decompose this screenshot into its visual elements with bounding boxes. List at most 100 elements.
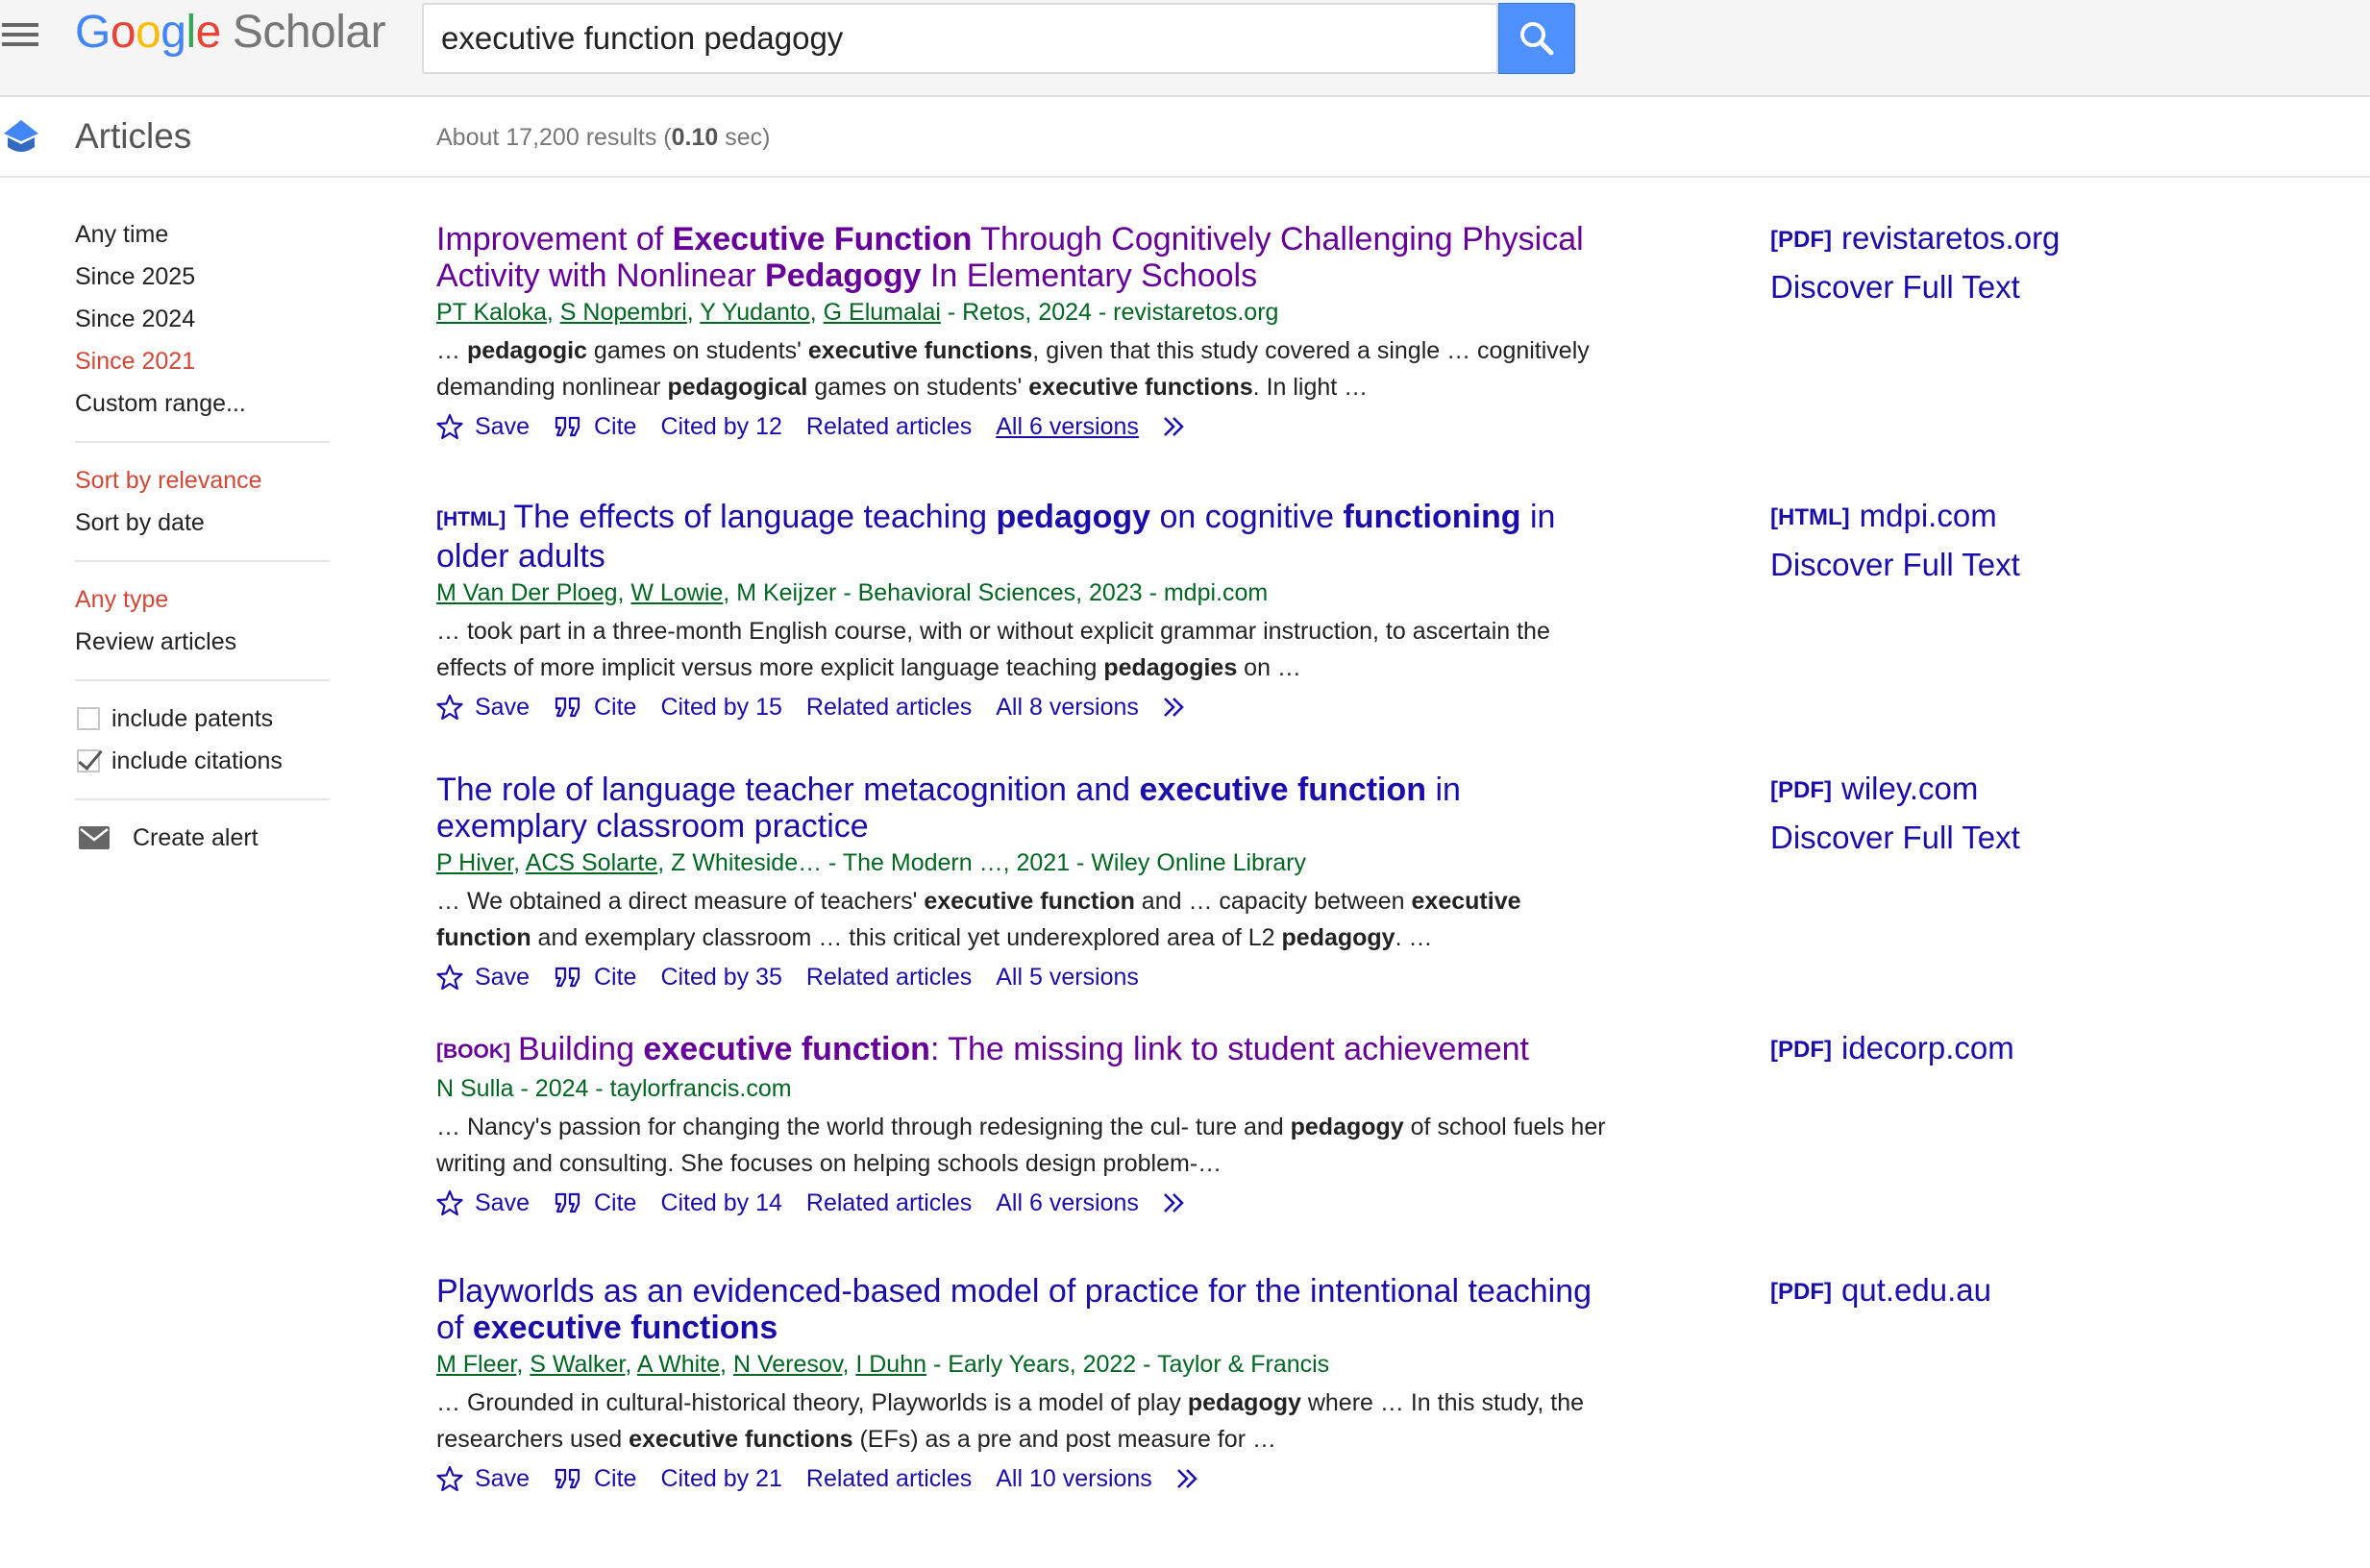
all-versions-link[interactable]: All 5 versions xyxy=(996,964,1139,992)
result-title-link[interactable]: The role of language teacher metacogniti… xyxy=(436,772,1618,845)
more-options-button[interactable] xyxy=(1163,696,1201,719)
all-versions-link[interactable]: All 6 versions xyxy=(996,413,1139,441)
filter-since-2025[interactable]: Since 2025 xyxy=(75,256,330,298)
full-text-link[interactable]: [PDF] qut.edu.au xyxy=(1770,1271,2347,1311)
highlighted-term: executive functions xyxy=(629,1426,853,1453)
result-snippet: … Grounded in cultural-historical theory… xyxy=(436,1384,1618,1458)
discover-full-text-link[interactable]: Discover Full Text xyxy=(1770,546,2347,584)
related-articles-link[interactable]: Related articles xyxy=(806,694,972,722)
include-patents-checkbox[interactable]: include patents xyxy=(75,698,330,740)
highlighted-term: executive function xyxy=(643,1031,930,1067)
result-actions: Save Cite Cited by 12 Related articles All 6… xyxy=(436,406,1618,447)
sidebar-divider xyxy=(75,441,330,443)
save-button[interactable]: Save xyxy=(436,1189,530,1217)
save-button[interactable]: Save xyxy=(436,694,530,722)
full-text-domain: mdpi.com xyxy=(1859,498,1997,533)
all-versions-link[interactable]: All 8 versions xyxy=(996,694,1139,722)
result-authors-venue: P Hiver, ACS Solarte, Z Whiteside… - The… xyxy=(436,849,1306,876)
search-result: [BOOK] Building executive function: The m… xyxy=(436,1031,1618,1223)
filter-review-articles[interactable]: Review articles xyxy=(75,621,330,663)
result-snippet: … took part in a three-month English cou… xyxy=(436,613,1618,686)
result-stats: About 17,200 results (0.10 sec) xyxy=(436,124,770,152)
hamburger-menu-icon[interactable] xyxy=(0,17,42,52)
more-chevrons-icon xyxy=(1164,417,1184,436)
cited-by-link[interactable]: Cited by 12 xyxy=(660,413,781,441)
cited-by-link[interactable]: Cited by 21 xyxy=(660,1465,781,1493)
cited-by-link[interactable]: Cited by 15 xyxy=(660,694,781,722)
venue-text: - 2024 - taylorfrancis.com xyxy=(513,1075,792,1102)
cite-button[interactable]: Cite xyxy=(554,964,636,992)
filter-custom-range[interactable]: Custom range... xyxy=(75,382,330,425)
related-articles-link[interactable]: Related articles xyxy=(806,1465,972,1493)
text-segment: Building xyxy=(518,1031,644,1067)
result-actions: Save Cite Cited by 21 Related articles All 1… xyxy=(436,1458,1618,1499)
full-text-link[interactable]: [HTML] mdpi.com xyxy=(1770,497,2347,537)
text-segment: … xyxy=(436,337,467,364)
filter-sidebar: Any time Since 2025 Since 2024 Since 202… xyxy=(75,213,330,859)
include-patents-label: include patents xyxy=(111,704,274,732)
result-title-link[interactable]: Playworlds as an evidenced-based model o… xyxy=(436,1273,1618,1346)
author-link[interactable]: N Veresov xyxy=(733,1351,842,1378)
star-icon xyxy=(436,1189,463,1216)
venue-text: - Retos, 2024 - revistaretos.org xyxy=(940,299,1279,326)
search-input[interactable] xyxy=(441,14,1479,62)
result-snippet: … pedagogic games on students' executive… xyxy=(436,332,1618,405)
full-text-domain: wiley.com xyxy=(1840,771,1979,806)
author-link[interactable]: ACS Solarte xyxy=(526,849,658,876)
more-options-button[interactable] xyxy=(1163,1191,1201,1214)
search-button[interactable] xyxy=(1498,3,1575,74)
result-title-link[interactable]: [BOOK] Building executive function: The m… xyxy=(436,1031,1618,1070)
author-link[interactable]: Y Yudanto xyxy=(700,299,809,326)
discover-full-text-link[interactable]: Discover Full Text xyxy=(1770,819,2347,857)
text-segment: and … capacity between xyxy=(1134,888,1412,915)
create-alert-button[interactable]: Create alert xyxy=(75,817,330,859)
search-result: The role of language teacher metacogniti… xyxy=(436,772,1618,997)
author-link[interactable]: M Fleer xyxy=(436,1351,516,1378)
discover-full-text-link[interactable]: Discover Full Text xyxy=(1770,268,2347,306)
related-articles-link[interactable]: Related articles xyxy=(806,1189,972,1217)
cite-button[interactable]: Cite xyxy=(554,1465,636,1493)
sort-by-relevance[interactable]: Sort by relevance xyxy=(75,459,330,502)
search-icon xyxy=(1520,22,1554,56)
venue-text: - The Modern …, 2021 - Wiley Online Libr… xyxy=(822,849,1306,876)
google-scholar-logo[interactable]: Google Scholar xyxy=(75,6,386,63)
author-link[interactable]: P Hiver xyxy=(436,849,513,876)
result-title-link[interactable]: Improvement of Executive Function Throug… xyxy=(436,221,1618,294)
filter-any-time[interactable]: Any time xyxy=(75,213,330,256)
cite-button[interactable]: Cite xyxy=(554,694,636,722)
author-link[interactable]: PT Kaloka xyxy=(436,299,547,326)
filter-since-2024[interactable]: Since 2024 xyxy=(75,298,330,340)
include-citations-checkbox[interactable]: include citations xyxy=(75,740,330,782)
cite-button[interactable]: Cite xyxy=(554,413,636,441)
related-articles-link[interactable]: Related articles xyxy=(806,964,972,992)
top-bar: Google Scholar xyxy=(0,0,2370,97)
cited-by-link[interactable]: Cited by 14 xyxy=(660,1189,781,1217)
full-text-link[interactable]: [PDF] idecorp.com xyxy=(1770,1029,2347,1069)
more-chevrons-icon xyxy=(1164,1193,1184,1213)
author-link[interactable]: G Elumalai xyxy=(824,299,941,326)
more-options-button[interactable] xyxy=(1163,415,1201,438)
cite-button[interactable]: Cite xyxy=(554,1189,636,1217)
filter-any-type[interactable]: Any type xyxy=(75,578,330,621)
save-button[interactable]: Save xyxy=(436,1465,530,1493)
result-actions: Save Cite Cited by 14 Related articles All 6… xyxy=(436,1183,1618,1223)
save-button[interactable]: Save xyxy=(436,413,530,441)
full-text-domain: qut.edu.au xyxy=(1840,1272,1991,1308)
filter-since-2021[interactable]: Since 2021 xyxy=(75,340,330,382)
author-link[interactable]: A White xyxy=(637,1351,720,1378)
author-link[interactable]: S Nopembri xyxy=(560,299,687,326)
full-text-link[interactable]: [PDF] revistaretos.org xyxy=(1770,219,2347,259)
all-versions-link[interactable]: All 6 versions xyxy=(996,1189,1139,1217)
author-link[interactable]: W Lowie xyxy=(630,579,723,606)
related-articles-link[interactable]: Related articles xyxy=(806,413,972,441)
full-text-link[interactable]: [PDF] wiley.com xyxy=(1770,770,2347,810)
all-versions-link[interactable]: All 10 versions xyxy=(996,1465,1152,1493)
author-link[interactable]: I Duhn xyxy=(855,1351,926,1378)
save-button[interactable]: Save xyxy=(436,964,530,992)
author-link[interactable]: S Walker xyxy=(530,1351,625,1378)
author-link[interactable]: M Van Der Ploeg xyxy=(436,579,618,606)
cited-by-link[interactable]: Cited by 35 xyxy=(660,964,781,992)
sort-by-date[interactable]: Sort by date xyxy=(75,502,330,544)
more-options-button[interactable] xyxy=(1176,1467,1215,1490)
result-title-link[interactable]: [HTML] The effects of language teaching p… xyxy=(436,499,1618,575)
